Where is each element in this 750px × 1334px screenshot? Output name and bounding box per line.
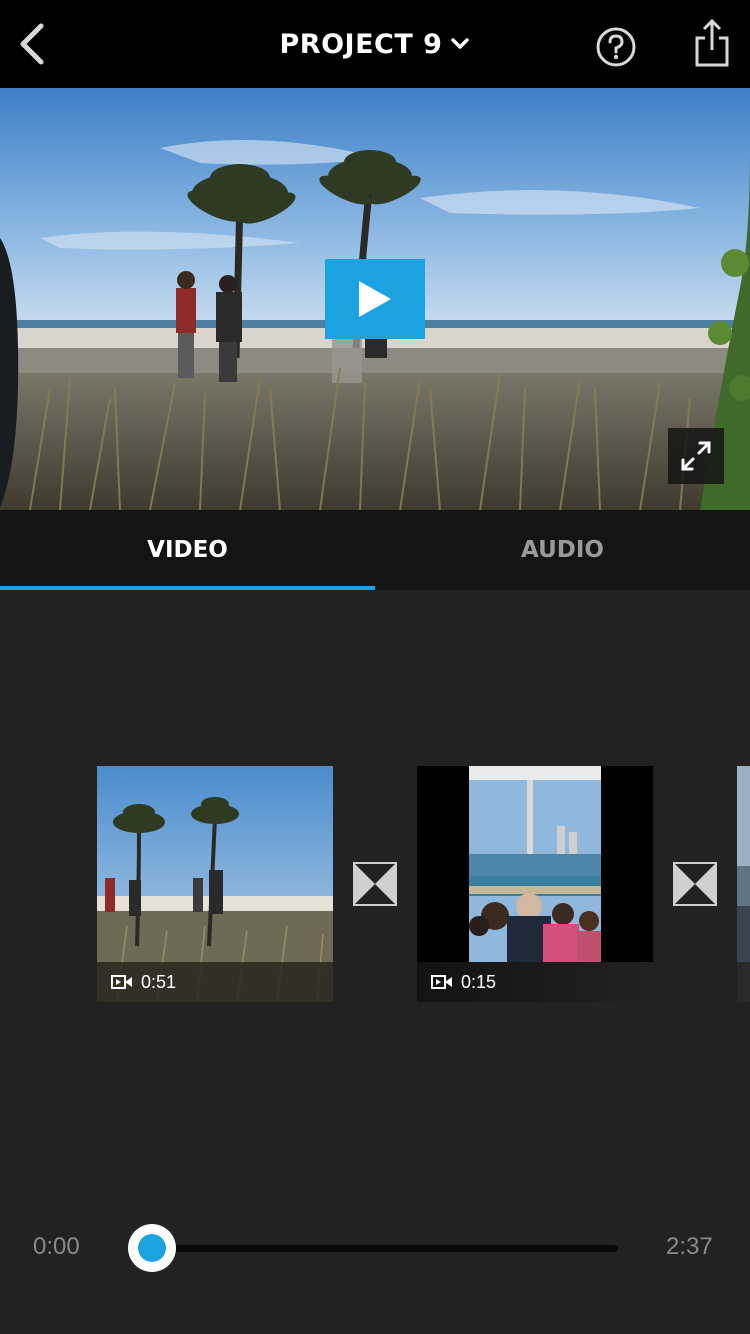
transition-icon (673, 862, 717, 906)
tab-audio[interactable]: AUDIO (375, 510, 750, 590)
clip-duration: 0:15 (461, 971, 497, 992)
total-duration: 2:37 (666, 1233, 713, 1260)
chevron-down-icon (451, 38, 470, 49)
question-circle-icon (596, 27, 636, 67)
expand-icon (681, 441, 711, 471)
current-time: 0:00 (33, 1233, 80, 1260)
project-title: PROJECT 9 (279, 28, 443, 60)
clip-duration: 0:51 (141, 971, 177, 992)
timeline-clip[interactable]: 0:51 (97, 766, 333, 1002)
share-icon (695, 18, 729, 67)
editor-tabs: VIDEO AUDIO (0, 510, 750, 590)
video-camera-icon (111, 975, 132, 989)
playback-scrubber-handle[interactable] (128, 1224, 176, 1272)
transition-button[interactable] (353, 862, 397, 906)
fullscreen-button[interactable] (668, 428, 724, 484)
play-button[interactable] (325, 259, 425, 339)
timeline-clip-partial[interactable] (737, 766, 750, 1002)
video-camera-icon (431, 975, 452, 989)
scrubber-handle-dot (138, 1234, 166, 1262)
top-bar: PROJECT 9 (0, 0, 750, 88)
share-button[interactable] (690, 16, 734, 70)
transition-icon (353, 862, 397, 906)
play-icon (359, 281, 391, 317)
clip-info-bar: 0:51 (97, 962, 333, 1002)
video-preview[interactable] (0, 88, 750, 510)
help-button[interactable] (594, 25, 638, 69)
timeline-clip[interactable]: 0:15 (417, 766, 653, 1002)
clip-thumbnail (737, 766, 750, 1002)
playback-scrubber-track[interactable] (152, 1245, 618, 1252)
clip-info-bar: 0:15 (417, 962, 653, 1002)
tab-video[interactable]: VIDEO (0, 510, 375, 590)
transition-button[interactable] (673, 862, 717, 906)
